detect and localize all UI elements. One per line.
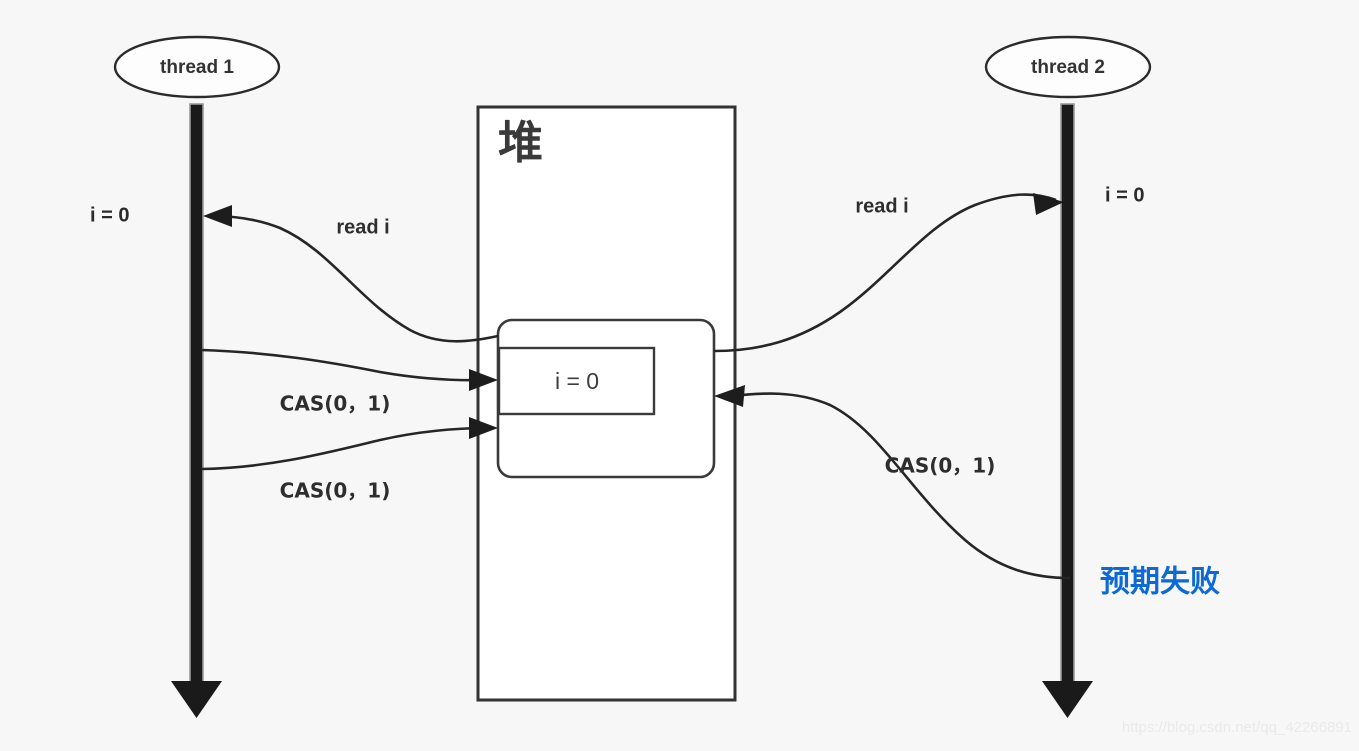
thread-1-state-label: i = 0 — [90, 204, 129, 226]
thread-2-state-label: i = 0 — [1105, 184, 1144, 206]
thread-1-cas-b-label: CAS(0，1) — [280, 479, 391, 503]
shared-object: i = 0 — [496, 318, 716, 479]
cas-sequence-diagram: 堆 i = 0 thread 1 thread 2 read i CAS(0，1… — [0, 0, 1359, 751]
heap-label: 堆 — [498, 116, 543, 169]
object-field-label: i = 0 — [555, 368, 599, 394]
thread-2-read-label: read i — [855, 195, 908, 217]
thread-1-lifeline-bar — [189, 103, 204, 692]
diagram-canvas: 堆 i = 0 thread 1 thread 2 read i CAS(0，1… — [0, 0, 1359, 751]
thread-2-lifeline-bar — [1060, 103, 1075, 692]
thread-1-label: thread 1 — [160, 57, 234, 78]
expected-failure-annotation: 预期失败 — [1100, 565, 1220, 600]
thread-2-label: thread 2 — [1031, 57, 1105, 78]
thread-1-read-label: read i — [336, 216, 389, 238]
watermark-text: https://blog.csdn.net/qq_42266891 — [1122, 719, 1352, 736]
thread-1-cas-a-label: CAS(0，1) — [280, 392, 391, 416]
thread-2-cas-label: CAS(0，1) — [885, 454, 996, 478]
